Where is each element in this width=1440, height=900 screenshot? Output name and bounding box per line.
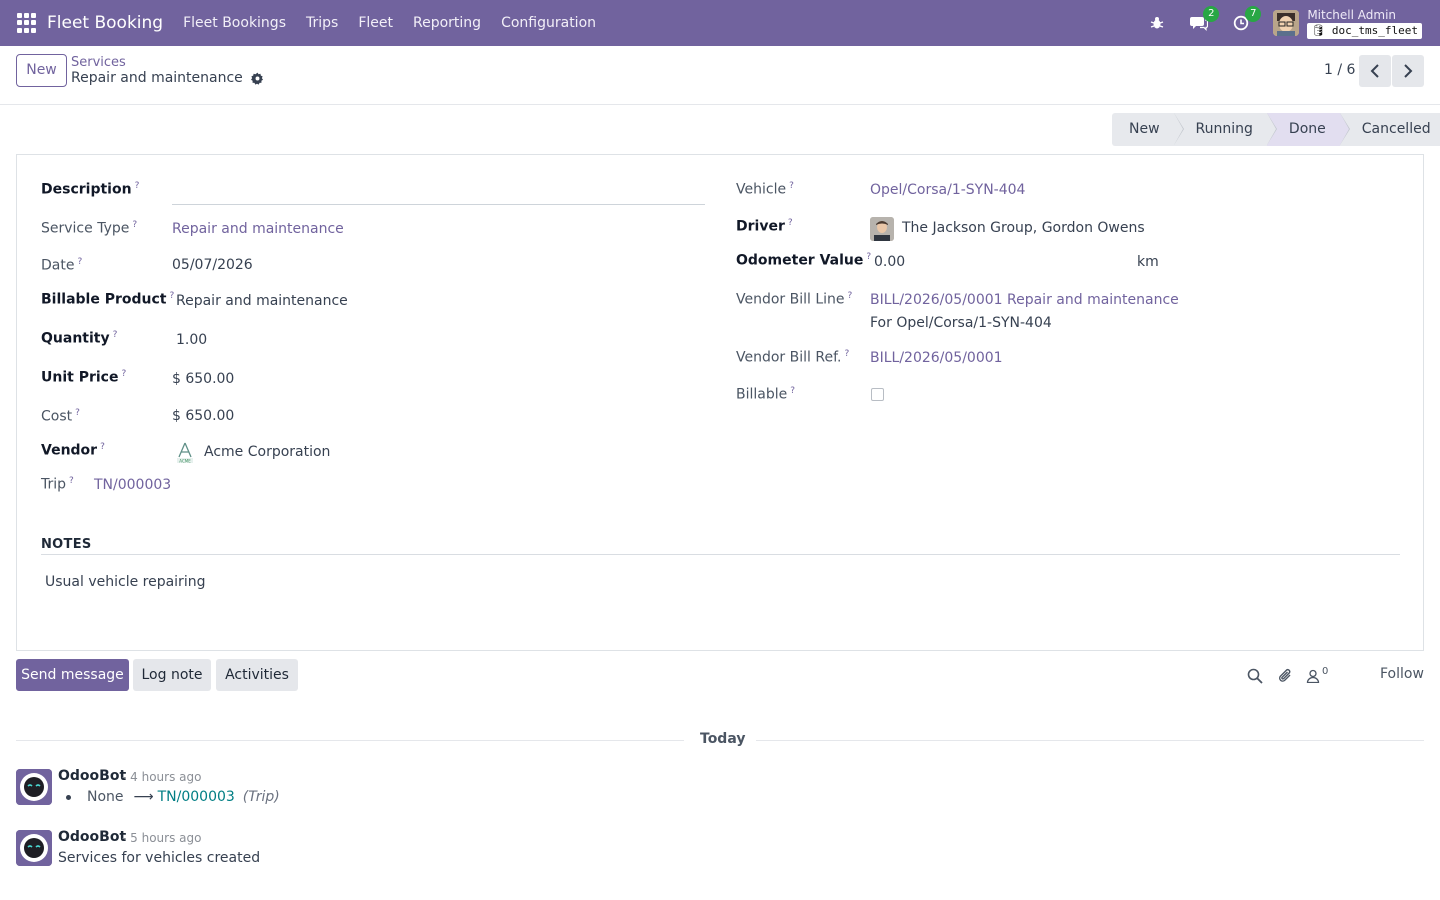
- odometer-label: Odometer Value?: [736, 252, 872, 269]
- notes-divider: [41, 554, 1400, 555]
- user-name: Mitchell Admin: [1307, 7, 1397, 22]
- messages-icon[interactable]: 2: [1189, 6, 1220, 33]
- app-brand[interactable]: Fleet Booking: [47, 13, 163, 33]
- chevron-left-icon: [1370, 64, 1379, 78]
- service-type-label: Service Type?: [41, 220, 138, 237]
- quantity-label: Quantity?: [41, 330, 118, 347]
- unit-price-label: Unit Price?: [41, 369, 127, 386]
- message-time: - 4 hours ago: [122, 770, 202, 784]
- svg-text:ACME: ACME: [179, 459, 191, 464]
- billable-label: Billable?: [736, 386, 796, 403]
- vendor-bill-line-label: Vendor Bill Line?: [736, 291, 853, 308]
- activities-button[interactable]: Activities: [216, 659, 298, 691]
- tracking-new-value[interactable]: TN/000003: [158, 789, 235, 805]
- trip-label: Trip?: [41, 476, 74, 493]
- pager-next-button[interactable]: [1392, 55, 1424, 87]
- day-label: Today: [700, 731, 746, 747]
- activities-count-badge: 7: [1245, 6, 1262, 22]
- menu-fleet-bookings[interactable]: Fleet Bookings: [173, 0, 296, 46]
- form-sheet: Description? Service Type? Repair and ma…: [16, 154, 1424, 651]
- odoobot-avatar[interactable]: [16, 830, 52, 866]
- day-divider-right: [756, 740, 1424, 741]
- odoobot-avatar[interactable]: [16, 769, 52, 805]
- user-avatar: [1273, 10, 1300, 36]
- user-menu[interactable]: Mitchell Admin 🛢 doc_tms_fleet: [1273, 8, 1422, 39]
- activities-clock-icon[interactable]: 7: [1231, 6, 1262, 33]
- systray: 2 7 Mitchell Admin 🛢 doc_tms_fleet: [1147, 0, 1440, 46]
- billable-product-field[interactable]: Repair and maintenance: [176, 293, 348, 309]
- vendor-label: Vendor?: [41, 442, 105, 459]
- vendor-field[interactable]: Acme Corporation: [204, 444, 330, 460]
- stage-new[interactable]: New: [1112, 113, 1184, 146]
- send-message-button[interactable]: Send message: [16, 659, 129, 691]
- tracking-field-name: (Trip): [242, 789, 280, 805]
- acme-logo-icon: ACME: [177, 442, 193, 464]
- main-menu: Fleet Bookings Trips Fleet Reporting Con…: [173, 0, 606, 46]
- trip-field[interactable]: TN/000003: [94, 477, 171, 493]
- tracking-value: None ⟶ TN/000003 (Trip): [66, 789, 280, 805]
- driver-avatar: [870, 217, 894, 241]
- menu-fleet[interactable]: Fleet: [348, 0, 403, 46]
- billable-product-label: Billable Product?: [41, 291, 175, 308]
- odometer-unit: km: [1137, 254, 1159, 270]
- database-name: 🛢 doc_tms_fleet: [1307, 22, 1422, 39]
- description-input[interactable]: [172, 175, 705, 205]
- log-note-button[interactable]: Log note: [133, 659, 211, 691]
- description-label: Description?: [41, 181, 140, 198]
- record-title: Repair and maintenance: [71, 70, 243, 86]
- search-icon[interactable]: [1245, 666, 1265, 686]
- cost-label: Cost?: [41, 408, 80, 425]
- follow-button[interactable]: Follow: [1380, 666, 1424, 682]
- message-author[interactable]: OdooBot: [58, 768, 126, 784]
- menu-trips[interactable]: Trips: [296, 0, 348, 46]
- followers-icon[interactable]: [1303, 666, 1323, 686]
- stage-done[interactable]: Done: [1266, 113, 1350, 146]
- notes-tab-title[interactable]: NOTES: [41, 537, 92, 552]
- bug-icon[interactable]: [1147, 13, 1167, 33]
- vendor-bill-line-field[interactable]: BILL/2026/05/0001 Repair and maintenance: [870, 292, 1179, 308]
- pager-previous-button[interactable]: [1359, 55, 1391, 87]
- stage-running[interactable]: Running: [1173, 113, 1277, 146]
- stage-cancelled[interactable]: Cancelled: [1339, 113, 1440, 146]
- chevron-right-icon: [1404, 64, 1413, 78]
- driver-field[interactable]: The Jackson Group, Gordon Owens: [902, 220, 1145, 236]
- service-type-field[interactable]: Repair and maintenance: [172, 221, 344, 237]
- date-field[interactable]: 05/07/2026: [172, 257, 253, 273]
- top-navbar: Fleet Booking Fleet Bookings Trips Fleet…: [0, 0, 1440, 46]
- odometer-field[interactable]: 0.00: [874, 254, 905, 270]
- vendor-bill-ref-label: Vendor Bill Ref.?: [736, 349, 850, 366]
- pager-value[interactable]: 1 / 6: [1324, 62, 1355, 78]
- message-author[interactable]: OdooBot: [58, 829, 126, 845]
- message-time: - 5 hours ago: [122, 831, 202, 845]
- unit-price-field[interactable]: $ 650.00: [172, 371, 234, 387]
- notes-text[interactable]: Usual vehicle repairing: [45, 574, 205, 590]
- menu-configuration[interactable]: Configuration: [491, 0, 606, 46]
- vehicle-label: Vehicle?: [736, 181, 794, 198]
- gear-icon[interactable]: [250, 72, 264, 85]
- paperclip-icon[interactable]: [1276, 666, 1296, 686]
- billable-checkbox[interactable]: [871, 388, 884, 401]
- date-label: Date?: [41, 257, 83, 274]
- new-record-button[interactable]: New: [16, 54, 67, 87]
- message-body: Services for vehicles created: [58, 850, 261, 866]
- vendor-bill-line-subtext: For Opel/Corsa/1-SYN-404: [870, 315, 1052, 331]
- arrow-right-icon: ⟶: [133, 789, 154, 805]
- bullet: [66, 794, 71, 800]
- driver-label: Driver?: [736, 218, 793, 235]
- messages-count-badge: 2: [1203, 6, 1220, 22]
- tracking-old-value: None: [87, 789, 124, 805]
- day-divider-left: [16, 740, 684, 741]
- followers-count: 0: [1322, 666, 1329, 677]
- cost-field: $ 650.00: [172, 408, 235, 424]
- breadcrumb-current: Repair and maintenance: [71, 70, 264, 86]
- vendor-bill-ref-field[interactable]: BILL/2026/05/0001: [870, 350, 1003, 366]
- status-bar: New Running Done Cancelled: [1112, 113, 1440, 146]
- control-panel: New Services Repair and maintenance 1 / …: [0, 46, 1440, 105]
- vehicle-field[interactable]: Opel/Corsa/1-SYN-404: [870, 182, 1025, 198]
- quantity-field[interactable]: 1.00: [176, 332, 207, 348]
- app-grid-icon[interactable]: [17, 13, 37, 33]
- breadcrumb-parent[interactable]: Services: [71, 55, 126, 70]
- menu-reporting[interactable]: Reporting: [403, 0, 491, 46]
